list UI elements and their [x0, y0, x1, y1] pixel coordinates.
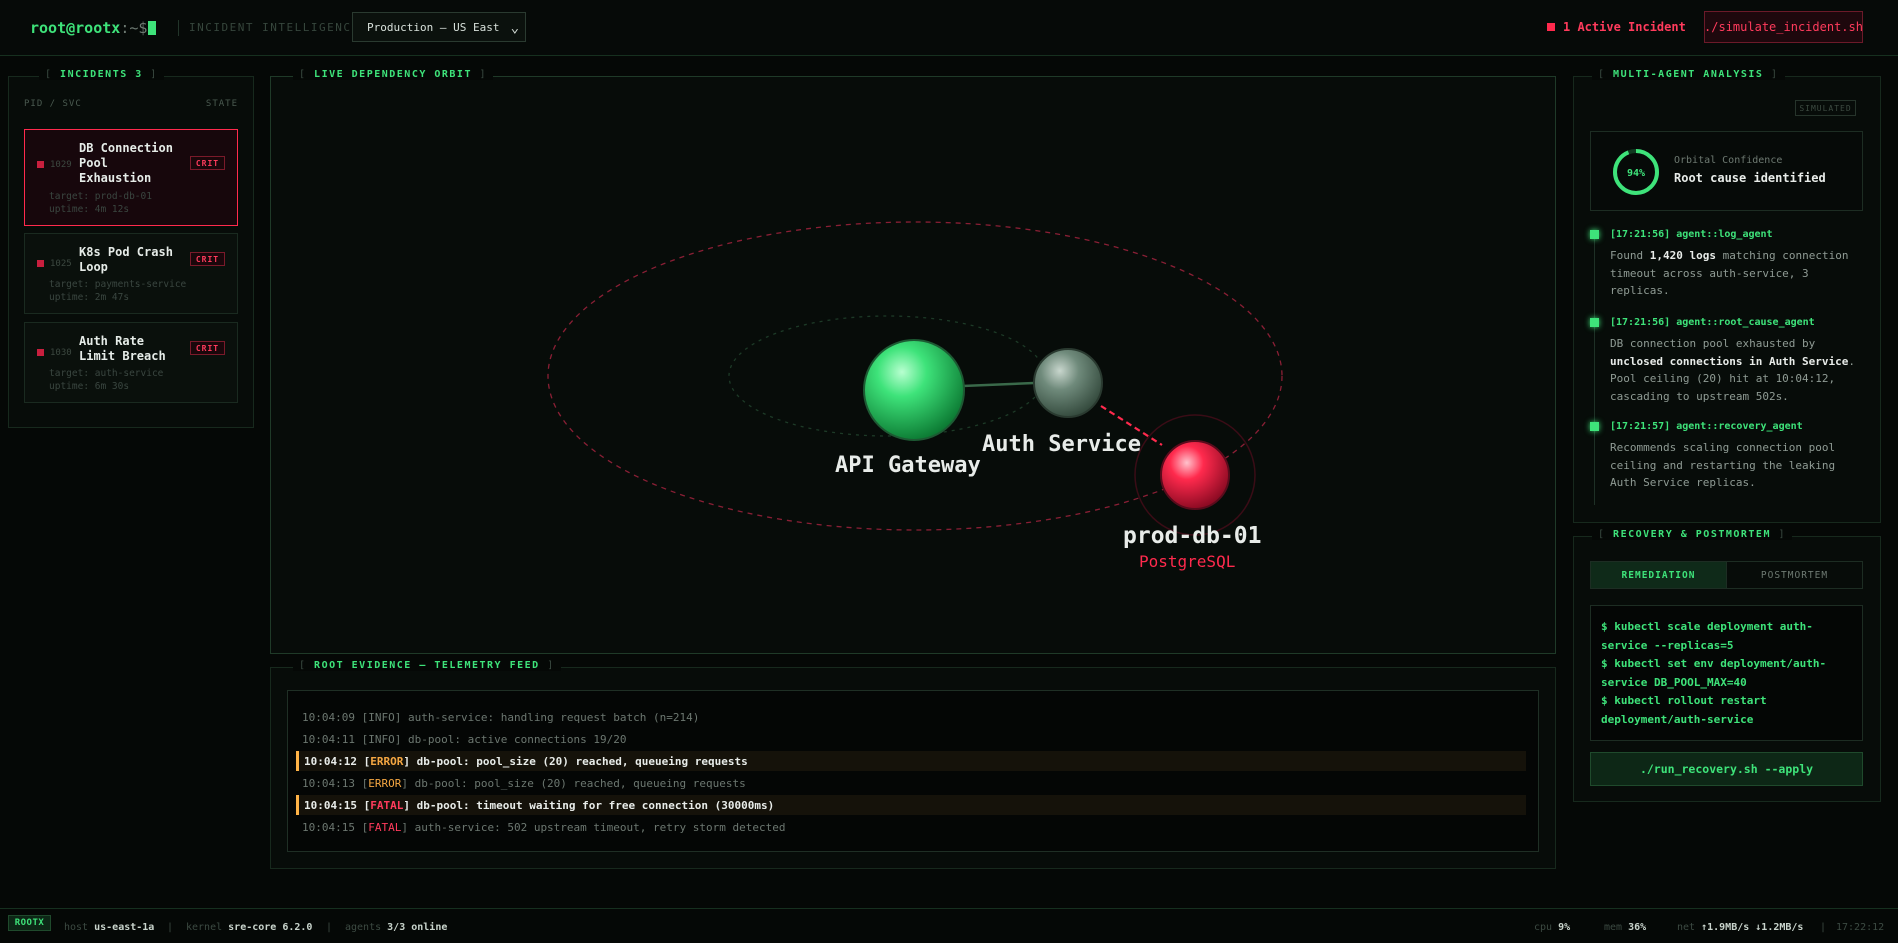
- cpu-status: cpu 9%: [1534, 922, 1571, 933]
- chevron-down-icon: ⌄: [510, 20, 519, 36]
- incident-title: Auth Rate Limit Breach: [79, 334, 166, 363]
- kernel-status: kernel sre-core 6.2.0: [186, 922, 313, 933]
- agent-status-dot: [1590, 422, 1599, 431]
- incident-pid: 1030: [50, 348, 72, 358]
- severity-dot: [37, 260, 44, 267]
- auth-service-label: Auth Service: [982, 432, 1141, 457]
- brand-badge: ROOTX: [8, 915, 51, 931]
- confidence-label: Orbital Confidence: [1674, 155, 1783, 166]
- auth-service-node[interactable]: [1033, 348, 1103, 418]
- status-bar: ROOTX host us-east-1a | kernel sre-core …: [0, 908, 1898, 943]
- status-badge: CRIT: [190, 341, 225, 355]
- agent-message: Found 1,420 logs matching connection tim…: [1610, 249, 1849, 297]
- recovery-tabs: REMEDIATION POSTMORTEM: [1590, 561, 1863, 589]
- incident-card[interactable]: 1030 Auth Rate Limit Breach CRIT target:…: [24, 322, 238, 403]
- alert-square-icon: [1547, 23, 1555, 31]
- api-gateway-node[interactable]: [863, 339, 965, 441]
- severity-dot: [37, 349, 44, 356]
- tab-postmortem[interactable]: POSTMORTEM: [1727, 562, 1862, 588]
- agent-message: Recommends scaling connection pool ceili…: [1610, 441, 1836, 489]
- confidence-status: Root cause identified: [1674, 171, 1826, 185]
- agents-status: agents 3/3 online: [345, 922, 448, 933]
- telemetry-title: [ ROOT EVIDENCE — TELEMETRY FEED ]: [293, 660, 561, 671]
- divider: [178, 20, 179, 36]
- prod-db-label: prod-db-01: [1123, 523, 1262, 549]
- confidence-value: 94%: [1627, 168, 1645, 179]
- incident-pid: 1025: [50, 259, 72, 269]
- agent-heading: [17:21:56] agent::log_agent: [1610, 229, 1773, 240]
- confidence-ring: 94%: [1613, 149, 1659, 195]
- incident-card[interactable]: 1029 DB Connection Pool Exhaustion CRIT …: [24, 129, 238, 226]
- mem-status: mem 36%: [1604, 922, 1647, 933]
- agent-message: DB connection pool exhausted by unclosed…: [1610, 337, 1856, 403]
- remediation-commands: $ kubectl scale deployment auth-service …: [1590, 605, 1863, 741]
- confidence-card: 94% Orbital Confidence Root cause identi…: [1590, 131, 1863, 211]
- divider: |: [326, 922, 333, 933]
- agent-heading: [17:21:57] agent::recovery_agent: [1610, 421, 1803, 432]
- command-line: $ kubectl set env deployment/auth-servic…: [1601, 657, 1827, 689]
- environment-select[interactable]: Production — US East ⌄: [352, 12, 526, 42]
- prod-db-subtitle: PostgreSQL: [1139, 552, 1236, 571]
- log-line: 10:04:13 [ERROR] db-pool: pool_size (20)…: [302, 776, 746, 790]
- incidents-title: [ INCIDENTS 3 ]: [39, 69, 164, 80]
- run-recovery-button[interactable]: ./run_recovery.sh --apply: [1590, 752, 1863, 786]
- prod-db-node[interactable]: [1160, 440, 1230, 510]
- log-line: 10:04:15 [FATAL] auth-service: 502 upstr…: [302, 820, 786, 834]
- log-line: 10:04:11 [INFO] db-pool: active connecti…: [302, 732, 627, 746]
- terminal-prompt: root@rootx:~$: [30, 19, 157, 37]
- prompt-path: :~$: [120, 19, 148, 37]
- command-line: $ kubectl scale deployment auth-service …: [1601, 620, 1813, 652]
- tab-remediation[interactable]: REMEDIATION: [1591, 562, 1727, 588]
- incidents-column-header: PID / SVC STATE: [24, 99, 238, 109]
- host-status: host us-east-1a: [64, 922, 155, 933]
- active-incident-indicator: 1 Active Incident: [1547, 20, 1686, 34]
- clock: 17:22:12: [1836, 922, 1885, 933]
- telemetry-log: 10:04:09 [INFO] auth-service: handling r…: [287, 690, 1539, 852]
- severity-dot: [37, 161, 44, 168]
- agent-status-dot: [1590, 318, 1599, 327]
- simulate-incident-button[interactable]: ./simulate_incident.sh: [1704, 11, 1863, 43]
- api-gateway-label: API Gateway: [835, 453, 981, 478]
- incident-meta: target: payments-service uptime: 2m 47s: [49, 279, 187, 303]
- environment-value: Production — US East: [367, 20, 500, 34]
- recovery-title: [ RECOVERY & POSTMORTEM ]: [1592, 529, 1793, 540]
- status-badge: CRIT: [190, 156, 225, 170]
- analysis-title: [ MULTI-AGENT ANALYSIS ]: [1592, 69, 1785, 80]
- agent-status-dot: [1590, 230, 1599, 239]
- incident-meta: target: prod-db-01 uptime: 4m 12s: [49, 191, 152, 215]
- agent-heading: [17:21:56] agent::root_cause_agent: [1610, 317, 1815, 328]
- prompt-user: root@rootx: [30, 19, 121, 37]
- cursor-block: [148, 21, 157, 35]
- status-badge: CRIT: [190, 252, 225, 266]
- incident-card[interactable]: 1025 K8s Pod Crash Loop CRIT target: pay…: [24, 233, 238, 314]
- incident-pid: 1029: [50, 160, 72, 170]
- simulated-badge: SIMULATED: [1795, 100, 1856, 116]
- active-incident-text: 1 Active Incident: [1563, 20, 1686, 34]
- orbit-graph: [547, 221, 1283, 536]
- incident-title: DB Connection Pool Exhaustion: [79, 141, 173, 185]
- log-line-highlighted: 10:04:12 [ERROR] db-pool: pool_size (20)…: [296, 751, 1526, 771]
- incident-title: K8s Pod Crash Loop: [79, 245, 173, 274]
- agent-timeline: [1594, 230, 1595, 505]
- command-line: $ kubectl rollout restart deployment/aut…: [1601, 694, 1767, 726]
- top-bar: root@rootx:~$ INCIDENT INTELLIGENCE Prod…: [0, 0, 1898, 56]
- log-line-highlighted: 10:04:15 [FATAL] db-pool: timeout waitin…: [296, 795, 1526, 815]
- incident-meta: target: auth-service uptime: 6m 30s: [49, 368, 164, 392]
- divider: |: [1820, 922, 1827, 933]
- log-line: 10:04:09 [INFO] auth-service: handling r…: [302, 710, 700, 724]
- orbit-canvas: API Gateway Auth Service prod-db-01 Post…: [270, 78, 1556, 652]
- section-label: INCIDENT INTELLIGENCE: [189, 21, 360, 34]
- divider: |: [167, 922, 174, 933]
- net-status: net ↑1.9MB/s ↓1.2MB/s: [1677, 922, 1804, 933]
